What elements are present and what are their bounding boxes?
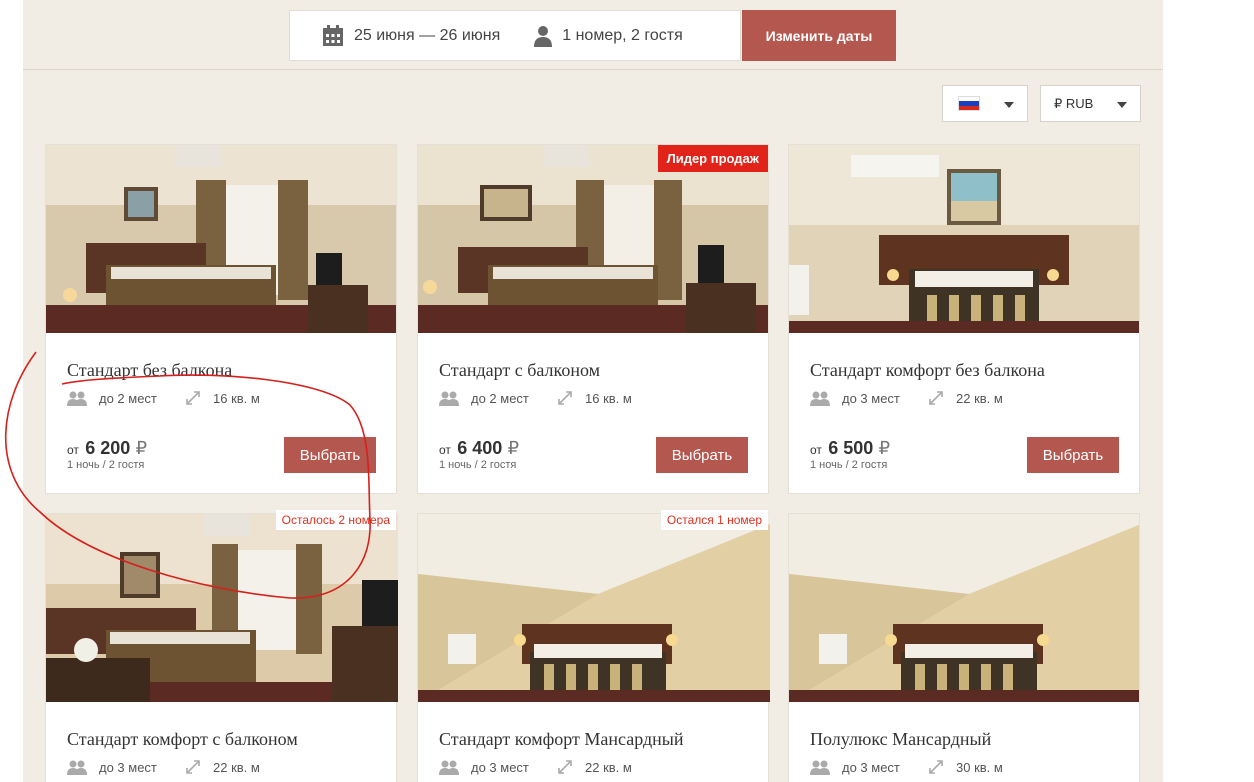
- resize-arrow-icon: [186, 391, 200, 405]
- capacity: до 3 мест: [67, 759, 157, 775]
- area: 22 кв. м: [185, 759, 260, 775]
- rooms-left-badge: Осталось 2 номера: [275, 510, 396, 530]
- capacity-text: до 3 мест: [842, 759, 900, 775]
- capacity-text: до 3 мест: [471, 759, 529, 775]
- search-bar: 25 июня — 26 июня 1 номер, 2 гостя Измен…: [23, 0, 1163, 70]
- resize-arrow-icon: [558, 760, 572, 774]
- room-card[interactable]: Остался 1 номер Стандарт комфорт Мансард…: [417, 510, 770, 782]
- room-title[interactable]: Стандарт с балконом: [439, 360, 600, 381]
- area: 16 кв. м: [557, 390, 632, 406]
- area: 22 кв. м: [928, 390, 1003, 406]
- language-select[interactable]: [942, 85, 1028, 122]
- price: от 6 200 ₽: [67, 438, 147, 459]
- capacity: до 2 мест: [67, 390, 157, 406]
- rooms-left-badge: Остался 1 номер: [660, 510, 768, 530]
- area: 16 кв. м: [185, 390, 260, 406]
- room-card[interactable]: Лидер продаж Стандарт с балконом до 2 ме…: [417, 144, 769, 494]
- room-photo[interactable]: [46, 145, 396, 333]
- guests-text: 1 номер, 2 гостя: [562, 26, 683, 44]
- people-icon: [439, 391, 459, 406]
- resize-arrow-icon: [558, 391, 572, 405]
- price: от 6 500 ₽: [810, 438, 890, 459]
- price-basis: 1 ночь / 2 гостя: [67, 459, 145, 471]
- area: 22 кв. м: [557, 759, 632, 775]
- resize-arrow-icon: [186, 760, 200, 774]
- area-text: 30 кв. м: [956, 759, 1003, 775]
- room-photo[interactable]: Остался 1 номер: [418, 510, 770, 702]
- price-amount: 6 200: [85, 438, 131, 458]
- capacity-text: до 2 мест: [471, 390, 529, 406]
- room-title[interactable]: Стандарт комфорт без балкона: [810, 360, 1045, 381]
- capacity: до 3 мест: [810, 759, 900, 775]
- area-text: 16 кв. м: [213, 390, 260, 406]
- resize-arrow-icon: [929, 391, 943, 405]
- bestseller-badge: Лидер продаж: [657, 145, 768, 172]
- room-title[interactable]: Стандарт комфорт Мансардный: [439, 729, 684, 750]
- area: 30 кв. м: [928, 759, 1003, 775]
- price: от 6 400 ₽: [439, 438, 519, 459]
- room-photo[interactable]: Лидер продаж: [418, 145, 768, 333]
- room-title[interactable]: Стандарт без балкона: [67, 360, 232, 381]
- dates-field[interactable]: 25 июня — 26 июня: [322, 24, 501, 47]
- booking-page: 25 июня — 26 июня 1 номер, 2 гостя Измен…: [23, 0, 1163, 782]
- room-title[interactable]: Полулюкс Мансардный: [810, 729, 991, 750]
- area-text: 22 кв. м: [213, 759, 260, 775]
- room-photo[interactable]: [789, 514, 1139, 702]
- price-from: от: [67, 443, 79, 457]
- price-from: от: [439, 443, 451, 457]
- people-icon: [67, 760, 87, 775]
- select-room-button[interactable]: Выбрать: [1027, 437, 1119, 473]
- room-card[interactable]: Стандарт без балкона до 2 мест 16 кв. м …: [45, 144, 397, 494]
- price-basis: 1 ночь / 2 гостя: [810, 459, 888, 471]
- price-from: от: [810, 443, 822, 457]
- chevron-down-icon: [1117, 102, 1127, 108]
- ruble-sign: ₽: [135, 438, 148, 458]
- capacity: до 3 мест: [439, 759, 529, 775]
- select-room-button[interactable]: Выбрать: [656, 437, 748, 473]
- capacity: до 3 мест: [810, 390, 900, 406]
- search-summary[interactable]: 25 июня — 26 июня 1 номер, 2 гостя: [289, 10, 741, 61]
- room-card[interactable]: Стандарт комфорт без балкона до 3 мест 2…: [788, 144, 1140, 494]
- capacity-text: до 2 мест: [99, 390, 157, 406]
- room-card[interactable]: Полулюкс Мансардный до 3 мест 30 кв. м: [788, 513, 1140, 782]
- capacity-text: до 3 мест: [99, 759, 157, 775]
- guests-field[interactable]: 1 номер, 2 гостя: [534, 25, 683, 47]
- select-room-button[interactable]: Выбрать: [284, 437, 376, 473]
- room-photo[interactable]: Осталось 2 номера: [46, 510, 398, 702]
- resize-arrow-icon: [929, 760, 943, 774]
- people-icon: [810, 760, 830, 775]
- capacity-text: до 3 мест: [842, 390, 900, 406]
- price-amount: 6 500: [828, 438, 874, 458]
- people-icon: [67, 391, 87, 406]
- price-amount: 6 400: [457, 438, 503, 458]
- russia-flag-icon: [958, 96, 980, 111]
- ruble-sign: ₽: [507, 438, 520, 458]
- area-text: 22 кв. м: [956, 390, 1003, 406]
- price-basis: 1 ночь / 2 гостя: [439, 459, 517, 471]
- currency-label: ₽ RUB: [1054, 95, 1094, 111]
- people-icon: [439, 760, 459, 775]
- room-title[interactable]: Стандарт комфорт с балконом: [67, 729, 298, 750]
- room-photo[interactable]: [789, 145, 1139, 333]
- chevron-down-icon: [1004, 102, 1014, 108]
- calendar-icon: [323, 24, 343, 46]
- area-text: 22 кв. м: [585, 759, 632, 775]
- ruble-sign: ₽: [878, 438, 891, 458]
- capacity: до 2 мест: [439, 390, 529, 406]
- person-icon: [534, 25, 553, 47]
- people-icon: [810, 391, 830, 406]
- room-card[interactable]: Осталось 2 номера Стандарт комфорт с бал…: [45, 510, 398, 782]
- change-dates-button[interactable]: Изменить даты: [742, 10, 896, 61]
- currency-select[interactable]: ₽ RUB: [1040, 85, 1141, 122]
- dates-text: 25 июня — 26 июня: [354, 26, 501, 44]
- area-text: 16 кв. м: [585, 390, 632, 406]
